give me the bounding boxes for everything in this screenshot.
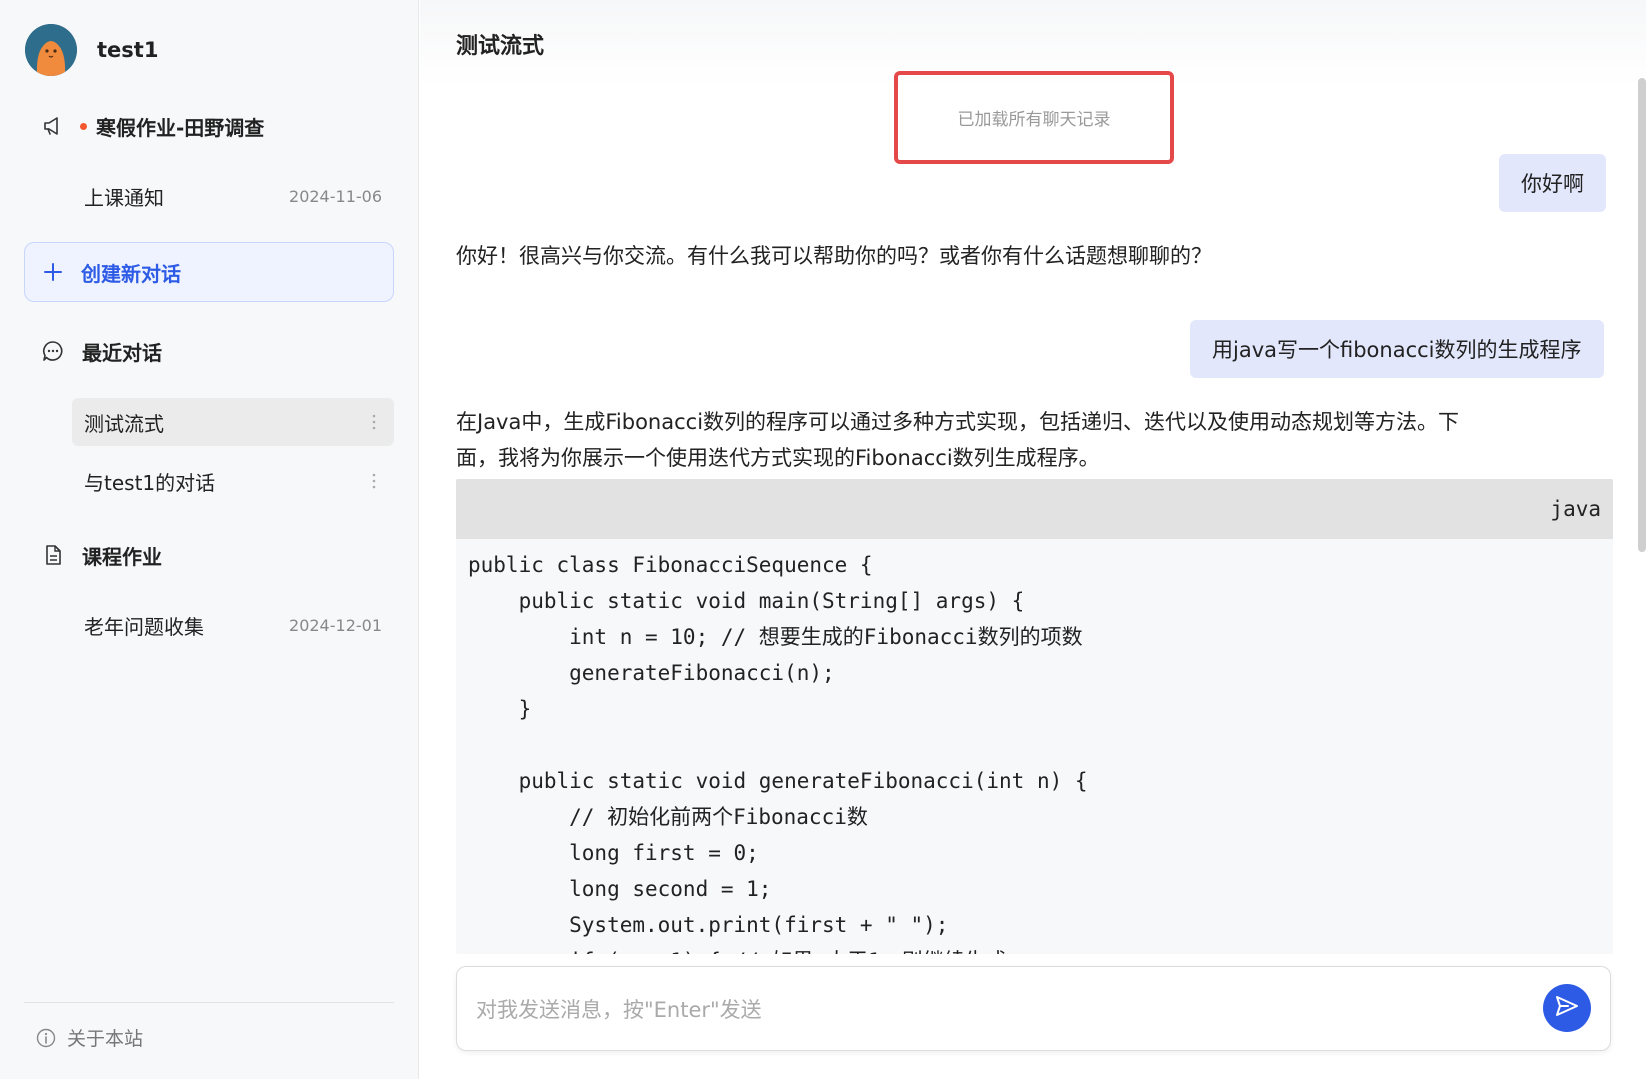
code-line: System.out.print(first + " "); xyxy=(468,913,949,937)
notice-item[interactable]: 上课通知 2024-11-06 xyxy=(72,172,394,220)
unread-dot xyxy=(80,122,87,130)
history-loaded-notice: 已加载所有聊天记录 xyxy=(894,71,1174,164)
recent-chat-item[interactable]: 测试流式 xyxy=(72,398,394,446)
recent-chat-item[interactable]: 与test1的对话 xyxy=(72,457,394,505)
notice-item-date: 2024-11-06 xyxy=(289,186,382,206)
more-vertical-icon[interactable] xyxy=(366,471,382,491)
code-line: } xyxy=(468,697,532,721)
recent-chat-label: 测试流式 xyxy=(84,411,164,436)
code-line: public static void generateFibonacci(int… xyxy=(468,769,1088,793)
user-message-text: 用java写一个fibonacci数列的生成程序 xyxy=(1212,338,1582,362)
megaphone-icon xyxy=(42,115,64,137)
assistant-message: 你好！很高兴与你交流。有什么我可以帮助你的吗？或者你有什么话题想聊聊的？ xyxy=(456,238,1212,274)
avatar[interactable] xyxy=(25,24,77,76)
homework-header[interactable]: 课程作业 xyxy=(24,526,394,584)
code-line: int n = 10; // 想要生成的Fibonacci数列的项数 xyxy=(468,625,1083,649)
plus-icon xyxy=(43,262,63,282)
code-line: if (n > 1) { // 如果n大于1，则继续生成 xyxy=(468,943,1613,954)
divider xyxy=(24,1002,394,1003)
notice-section-title: 寒假作业-田野调查 xyxy=(96,115,265,140)
scrollbar[interactable] xyxy=(1638,78,1646,552)
info-icon xyxy=(36,1028,56,1048)
new-chat-label: 创建新对话 xyxy=(81,261,181,286)
sidebar: test1 寒假作业-田野调查 上课通知 2024-11-06 创建新对话 最近… xyxy=(0,0,419,1079)
assistant-message-line: 面，我将为你展示一个使用迭代方式实现的Fibonacci数列生成程序。 xyxy=(456,446,1100,470)
assistant-message-text: 你好！很高兴与你交流。有什么我可以帮助你的吗？或者你有什么话题想聊聊的？ xyxy=(456,244,1212,268)
assistant-message-line: 在Java中，生成Fibonacci数列的程序可以通过多种方式实现，包括递归、迭… xyxy=(456,410,1460,434)
assistant-message: 在Java中，生成Fibonacci数列的程序可以通过多种方式实现，包括递归、迭… xyxy=(456,404,1459,476)
code-line: generateFibonacci(n); xyxy=(468,661,835,685)
homework-item-date: 2024-12-01 xyxy=(289,615,382,635)
username: test1 xyxy=(97,38,159,62)
new-chat-button[interactable]: 创建新对话 xyxy=(24,242,394,302)
user-message: 你好啊 xyxy=(1499,154,1606,212)
homework-item[interactable]: 老年问题收集 2024-12-01 xyxy=(72,601,394,649)
user-message: 用java写一个fibonacci数列的生成程序 xyxy=(1190,320,1604,378)
code-line: public class FibonacciSequence { xyxy=(468,553,873,577)
document-icon xyxy=(42,544,64,566)
code-block-header: java xyxy=(456,479,1613,539)
about-link[interactable]: 关于本站 xyxy=(36,1024,143,1051)
notice-section-header[interactable]: 寒假作业-田野调查 xyxy=(24,97,394,155)
recent-chats-header[interactable]: 最近对话 xyxy=(24,322,394,380)
user-message-text: 你好啊 xyxy=(1521,172,1584,196)
recent-chat-label: 与test1的对话 xyxy=(84,470,216,495)
code-line: // 初始化前两个Fibonacci数 xyxy=(468,805,868,829)
avatar-image xyxy=(25,24,77,76)
send-icon xyxy=(1554,993,1580,1023)
homework-title: 课程作业 xyxy=(82,544,162,569)
user-profile[interactable]: test1 xyxy=(25,24,158,76)
chat-panel: 测试流式 已加载所有聊天记录 你好啊 你好！很高兴与你交流。有什么我可以帮助你的… xyxy=(420,0,1646,1079)
code-line: long first = 0; xyxy=(468,841,759,865)
code-body: public class FibonacciSequence { public … xyxy=(456,539,1613,954)
message-input[interactable]: 对我发送消息，按"Enter"发送 xyxy=(456,966,1611,1051)
history-loaded-text: 已加载所有聊天记录 xyxy=(957,110,1111,130)
homework-item-label: 老年问题收集 xyxy=(84,614,204,639)
send-button[interactable] xyxy=(1543,984,1591,1032)
code-language-label: java xyxy=(1550,497,1601,521)
more-vertical-icon[interactable] xyxy=(366,412,382,432)
message-input-placeholder: 对我发送消息，按"Enter"发送 xyxy=(476,998,762,1022)
code-line: public static void main(String[] args) { xyxy=(468,589,1025,613)
code-line: long second = 1; xyxy=(468,877,772,901)
recent-chats-title: 最近对话 xyxy=(82,340,162,365)
about-label: 关于本站 xyxy=(67,1028,144,1050)
code-block: java public class FibonacciSequence { pu… xyxy=(456,479,1613,954)
notice-item-label: 上课通知 xyxy=(84,185,164,210)
chat-title: 测试流式 xyxy=(456,34,545,59)
chat-bubble-icon xyxy=(42,340,64,362)
